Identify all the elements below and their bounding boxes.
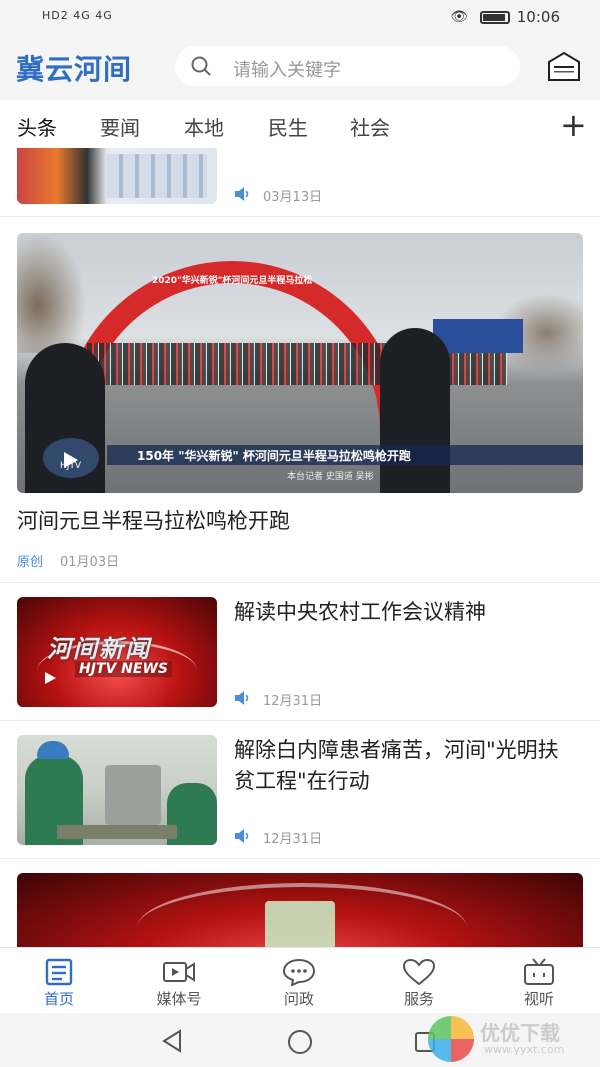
nav-service-label: 服务 [403,990,434,1008]
tab-major-news[interactable]: 要闻 [100,112,140,141]
article-title: 解读中央农村工作会议精神 [234,600,486,624]
tab-headlines[interactable]: 头条 [17,112,57,141]
system-nav-bar: 优优下载 www.yyxt.com [0,1013,600,1067]
article-title: 河间元旦半程马拉松鸣枪开跑 [17,509,290,533]
nav-audiovisual[interactable]: 视听 [494,948,584,1014]
home-circle-icon[interactable] [287,1029,313,1055]
nav-home-label: 首页 [43,990,74,1008]
watermark-url: www.yyxt.com [484,1043,565,1056]
tab-livelihood[interactable]: 民生 [268,112,308,141]
divider [0,858,600,868]
eye-icon: 👁 [450,9,468,25]
article-thumbnail: 河间新闻 HJTV NEWS [17,597,217,707]
status-signal: HD2 4G 4G [42,9,113,22]
heart-icon [402,958,436,986]
status-bar: HD2 4G 4G 👁 10:06 [0,0,600,34]
article-thumbnail [17,148,217,204]
divider [0,216,600,226]
play-icon[interactable] [61,451,79,469]
original-tag: 原创 [17,555,44,570]
video-caption: 150年 "华兴新锐" 杯河间元旦半程马拉松鸣枪开跑 [137,449,411,463]
tab-local[interactable]: 本地 [184,112,224,141]
video-thumbnail [17,873,583,947]
video-subcaption: 本台记者 史国道 吴彬 [287,472,374,482]
add-tab-icon[interactable]: + [560,106,587,144]
status-time: 10:06 [516,8,560,26]
video-camera-icon [163,962,195,982]
video-thumbnail: 2020"华兴新锐"杯河间元旦半程马拉松 150年 "华兴新锐" 杯河间元旦半程… [17,233,583,493]
app-header: 冀云河间 请输入关键字 [0,34,600,100]
speaker-icon [235,187,249,201]
article-date: 03月13日 [263,190,323,205]
divider [0,582,600,592]
watermark-text: 优优下载 [480,1021,560,1045]
search-placeholder: 请输入关键字 [233,60,341,81]
watermark-logo [428,1016,474,1062]
nav-media[interactable]: 媒体号 [134,948,224,1014]
nav-media-label: 媒体号 [156,990,202,1008]
nav-audiovisual-label: 视听 [523,990,554,1008]
nav-service[interactable]: 服务 [374,948,464,1014]
house-icon[interactable] [546,50,582,84]
article-date: 12月31日 [263,832,323,847]
nav-inquiry[interactable]: 问政 [254,948,344,1014]
search-input[interactable]: 请输入关键字 [175,46,520,86]
article-title: 解除白内障患者痛苦，河间"光明扶贫工程"在行动 [234,738,559,793]
home-news-icon [45,958,73,986]
bottom-nav: 首页 媒体号 问政 服务 视听 [0,947,600,1013]
thumb-subtitle: HJTV NEWS [75,661,172,677]
arch-banner: 2020"华兴新锐"杯河间元旦半程马拉松 [152,276,313,286]
play-icon[interactable] [43,671,57,685]
nav-home[interactable]: 首页 [14,948,104,1014]
speaker-icon [235,691,249,705]
chat-bubble-icon [282,958,316,986]
back-icon[interactable] [160,1029,184,1053]
category-tabs: 头条 要闻 本地 民生 社会 + [0,100,600,148]
nav-inquiry-label: 问政 [283,990,314,1008]
article-thumbnail [17,735,217,845]
app-logo: 冀云河间 [16,53,133,86]
article-date: 12月31日 [263,694,323,709]
thumb-title: 河间新闻 [47,635,151,663]
tv-icon [524,958,554,985]
search-icon [191,56,211,76]
tab-society[interactable]: 社会 [350,112,390,141]
divider [0,720,600,730]
battery-icon [480,11,510,24]
speaker-icon [235,829,249,843]
article-date: 01月03日 [60,555,120,570]
